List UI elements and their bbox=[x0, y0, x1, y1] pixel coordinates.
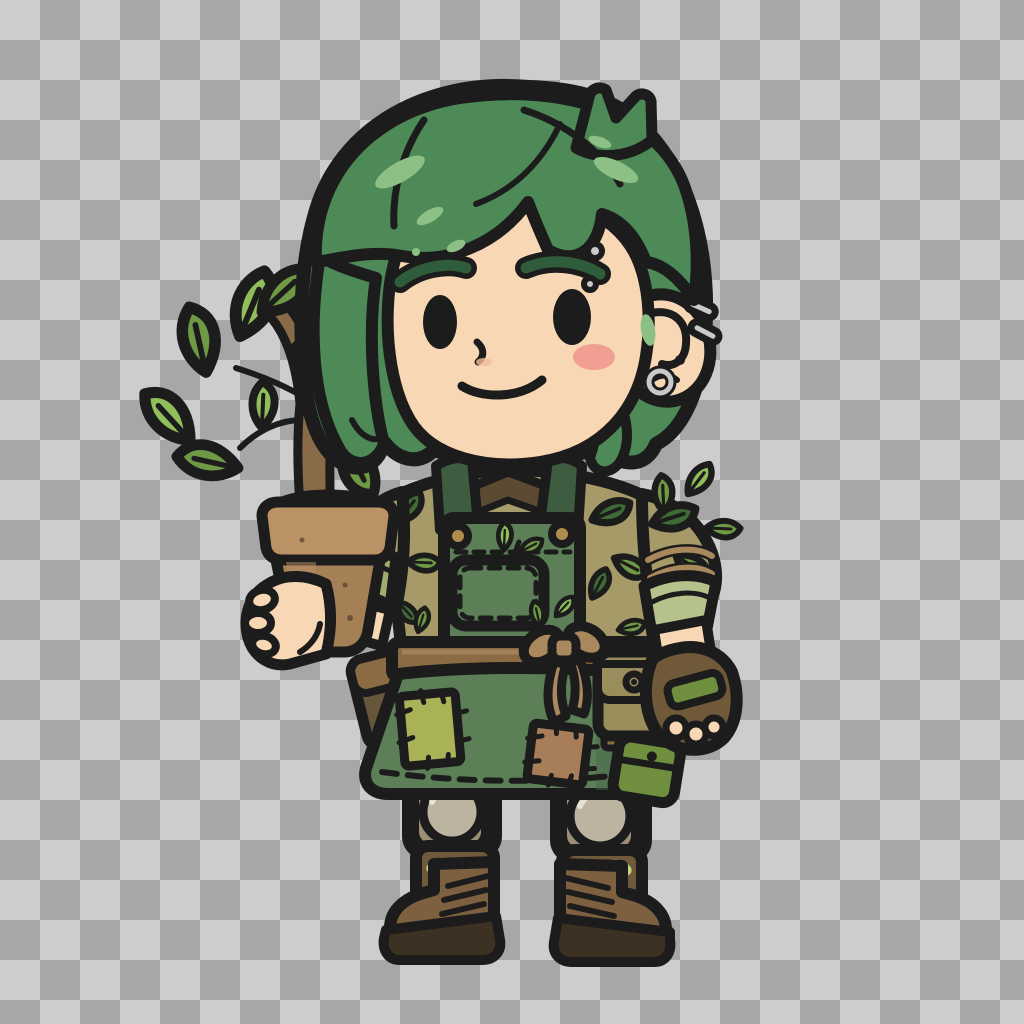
fingerless-glove bbox=[646, 647, 737, 750]
cheek-blush bbox=[573, 344, 615, 370]
left-arm bbox=[642, 463, 741, 749]
bib-button-right bbox=[552, 524, 572, 544]
right-eye bbox=[553, 289, 591, 345]
patch-yellow bbox=[395, 687, 472, 771]
character-illustration bbox=[0, 0, 1024, 1024]
ear-stud-piercing bbox=[675, 355, 685, 365]
pot-rim bbox=[262, 502, 394, 560]
bib-button-left bbox=[448, 526, 468, 546]
head bbox=[301, 86, 721, 471]
right-hand-gripping-pot bbox=[245, 577, 331, 665]
transparency-checkerboard bbox=[0, 0, 1024, 1024]
left-leg bbox=[384, 776, 501, 960]
right-eyebrow bbox=[526, 262, 600, 274]
left-eye bbox=[423, 295, 457, 349]
legs bbox=[384, 776, 671, 962]
